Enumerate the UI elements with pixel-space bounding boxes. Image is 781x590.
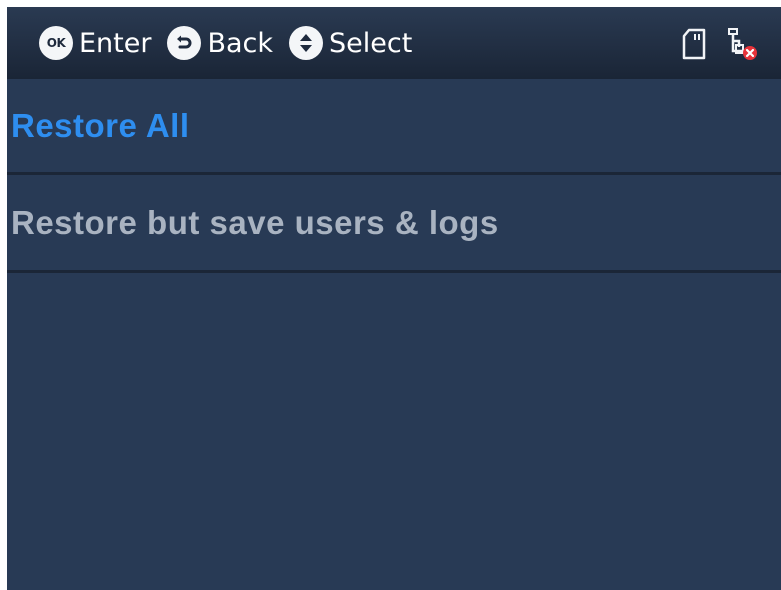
restore-menu: Restore All Restore but save users & log… — [7, 79, 781, 273]
menu-item-restore-save-users-logs[interactable]: Restore but save users & logs — [7, 175, 781, 273]
up-down-button-icon — [289, 26, 324, 60]
sd-card-icon — [682, 28, 706, 60]
hint-select-label: Select — [329, 27, 413, 59]
status-icons — [663, 27, 759, 61]
device-screen: OK Enter Back Select Restore All Restore… — [7, 7, 781, 590]
hint-enter-label: Enter — [79, 27, 152, 59]
up-down-glyph — [300, 34, 313, 52]
ok-key-label: OK — [46, 36, 66, 50]
network-disconnected-icon — [728, 28, 757, 60]
hint-select: Select — [289, 26, 412, 60]
back-arrow-glyph — [177, 35, 192, 49]
key-hints: OK Enter Back Select — [7, 26, 428, 60]
hint-back-label: Back — [207, 27, 274, 59]
ok-button-icon: OK — [39, 26, 73, 60]
menu-item-restore-all[interactable]: Restore All — [7, 79, 781, 175]
hint-back: Back — [167, 26, 273, 60]
back-button-icon — [167, 26, 202, 60]
hint-enter: OK Enter — [39, 26, 151, 60]
top-hint-bar: OK Enter Back Select — [7, 7, 781, 79]
